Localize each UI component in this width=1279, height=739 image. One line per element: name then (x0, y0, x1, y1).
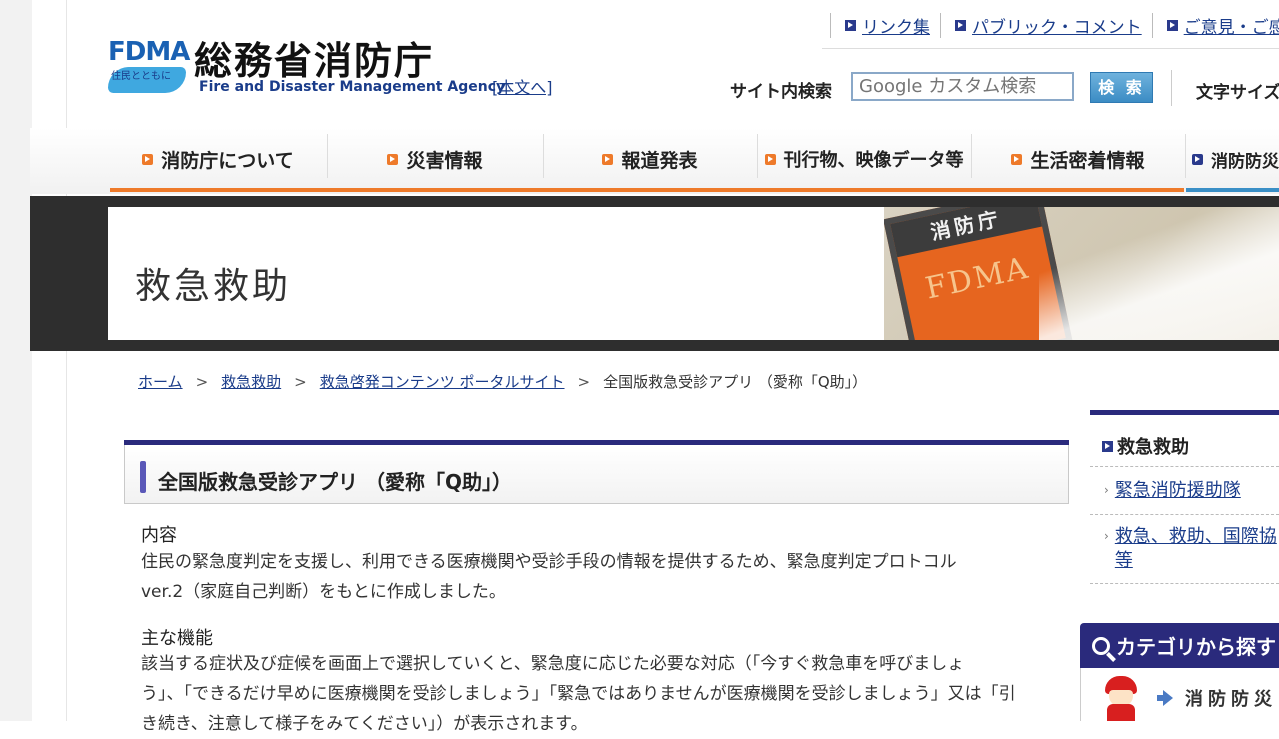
side-link-label: 緊急消防援助隊 (1114, 480, 1241, 501)
site-search-input[interactable] (851, 72, 1074, 101)
body-line: 住民の緊急度判定を支援し、利用できる医療機関や受診手段の情報を提供するため、緊急… (141, 552, 957, 572)
arrow-bullet-icon (1011, 153, 1023, 165)
util-link-links[interactable]: リンク集 (830, 13, 940, 38)
page-title: 全国版救急受診アプリ （愛称「Q助」） (158, 470, 512, 494)
nav-item-press-release[interactable]: 報道発表 (544, 134, 756, 184)
nav-item-label: 報道発表 (621, 149, 698, 172)
breadcrumb-rescue[interactable]: 救急救助 (221, 371, 281, 392)
agency-name[interactable]: 総務省消防庁 (194, 30, 434, 85)
section-body-features: 該当する症状及び症候を画面上で選択していくと、緊急度に応じた必要な対応（「今すぐ… (141, 649, 1031, 739)
header-divider (1171, 70, 1172, 106)
body-line: ver.2（家庭自己判断）をもとに作成しました。 (141, 582, 506, 602)
body-line: き続き、注意して様子をみてください」）が表示されます。 (141, 714, 588, 734)
breadcrumb-separator: > (294, 372, 307, 391)
util-link-label: パブリック・コメント (972, 18, 1142, 38)
agency-english-name: Fire and Disaster Management Agency (199, 79, 506, 95)
banner-image: 消防庁 FDMA (884, 207, 1279, 340)
breadcrumb-separator: > (577, 372, 591, 391)
arrow-bullet-icon (142, 153, 154, 165)
page-left-rule (66, 0, 67, 721)
skip-to-content-link[interactable]: [本文へ] (492, 74, 553, 98)
side-nav-heading-label: 救急救助 (1117, 437, 1189, 458)
chevron-right-icon: › (1104, 483, 1109, 497)
banner-highlight (1039, 207, 1279, 340)
body-line: う」、「できるだけ早めに医療機関を受診しましょう」「緊急ではありませんが医療機関… (141, 684, 1016, 704)
category-search-header: カテゴリから探す (1080, 623, 1279, 668)
breadcrumb-home[interactable]: ホーム (138, 371, 183, 392)
logo-tagline: 住民とともに (111, 71, 171, 82)
breadcrumb-portal[interactable]: 救急啓発コンテンツ ポータルサイト (320, 371, 565, 392)
page-left-margin (0, 0, 32, 721)
breadcrumb: ホーム > 救急救助 > 救急啓発コンテンツ ポータルサイト > 全国版救急受診… (138, 371, 867, 392)
arrow-bullet-icon (955, 20, 966, 31)
arrow-bullet-icon (602, 153, 614, 165)
nav-item-label: 消防防災 (1211, 151, 1279, 172)
nav-item-label: 災害情報 (406, 149, 483, 172)
side-link-text: 救急、救助、国際協等 (1115, 525, 1277, 573)
nav-item-label: 生活密着情報 (1030, 149, 1145, 172)
section-body-content: 住民の緊急度判定を支援し、利用できる医療機関や受診手段の情報を提供するため、緊急… (141, 547, 1031, 607)
utility-links: リンク集 パブリック・コメント ご意見・ご感想 (830, 13, 1279, 38)
nav-item-about[interactable]: 消防庁について (110, 134, 326, 184)
title-accent-mark (140, 461, 146, 493)
logo-text: FDMA (108, 37, 190, 67)
nav-item-daily-life[interactable]: 生活密着情報 (972, 134, 1184, 184)
font-size-label: 文字サイズ (1196, 83, 1279, 103)
side-nav-divider (1090, 466, 1279, 468)
arrow-bullet-icon (1166, 20, 1178, 31)
side-nav-heading[interactable]: 救急救助 (1102, 433, 1189, 459)
chevron-right-icon: › (1104, 529, 1109, 543)
search-icon (1092, 636, 1110, 655)
nav-item-label: 消防庁について (161, 149, 294, 172)
fdma-logo[interactable]: FDMA 住民とともに (108, 37, 190, 97)
nav-accent-bar-blue (1186, 188, 1279, 192)
body-line: 該当する症状及び症候を画面上で選択していくと、緊急度に応じた必要な対応（「今すぐ… (141, 654, 965, 674)
breadcrumb-current: 全国版救急受診アプリ （愛称「Q助」） (603, 373, 868, 391)
section-heading-features: 主な機能 (141, 628, 213, 649)
side-link-label-cont: 等 (1114, 550, 1133, 571)
banner-title: 救急救助 (135, 266, 292, 307)
breadcrumb-separator: > (195, 372, 209, 391)
nav-item-disaster-info[interactable]: 災害情報 (328, 134, 542, 184)
side-nav-divider (1090, 583, 1279, 585)
section-heading-content: 内容 (141, 525, 177, 546)
emblem-text: FDMA (922, 250, 1033, 307)
nav-item-fire-prevention[interactable]: 消防防災 (1186, 134, 1279, 184)
side-link-international-rescue[interactable]: › 救急、救助、国際協等 (1104, 525, 1277, 573)
arrow-bullet-icon (1102, 440, 1113, 452)
arrow-bullet-icon (1192, 153, 1203, 165)
util-link-public-comment[interactable]: パブリック・コメント (940, 13, 1152, 38)
side-link-label: 救急、救助、国際協 (1114, 526, 1277, 547)
nav-item-publications[interactable]: 刊行物、映像データ等 (758, 134, 970, 184)
util-link-feedback[interactable]: ご意見・ご感想 (1151, 13, 1279, 38)
utility-divider (822, 48, 1279, 49)
side-nav-bar (1090, 410, 1279, 415)
mascot-body (1107, 704, 1135, 721)
side-nav-divider (1090, 514, 1279, 516)
arrow-bullet-icon (845, 20, 856, 31)
arrow-right-icon (1157, 690, 1173, 706)
arrow-bullet-icon (764, 153, 776, 165)
nav-accent-bar (110, 188, 1184, 192)
category-search-title: カテゴリから探す (1116, 635, 1276, 659)
arrow-bullet-icon (387, 153, 399, 165)
util-link-label: ご意見・ご感想 (1183, 18, 1279, 38)
category-link-label: 消防防災 (1185, 689, 1277, 710)
nav-item-label: 刊行物、映像データ等 (783, 150, 964, 171)
util-link-label: リンク集 (862, 18, 930, 38)
search-button[interactable]: 検 索 (1090, 72, 1153, 103)
firefighter-mascot-icon (1101, 676, 1141, 721)
site-search-label: サイト内検索 (730, 82, 832, 102)
category-link-fire-prevention[interactable]: 消防防災 (1157, 685, 1277, 711)
emblem-label: 消防庁 (890, 207, 1043, 258)
side-link-emergency-fire-team[interactable]: › 緊急消防援助隊 (1104, 479, 1241, 503)
